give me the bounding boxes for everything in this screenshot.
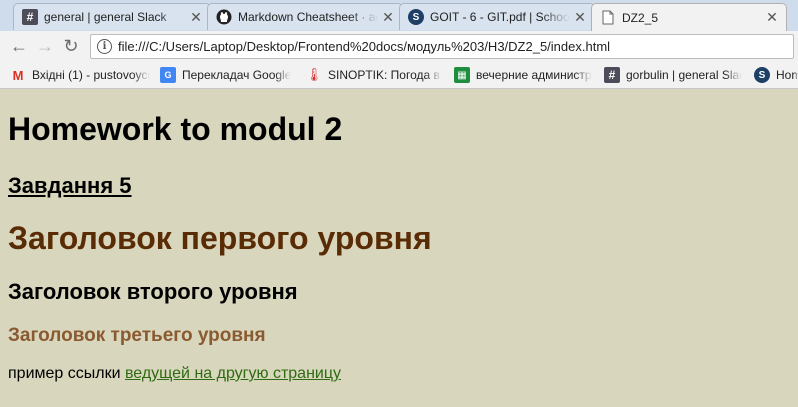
task-heading: Завдання 5 [8,173,132,198]
paragraph-text: пример ссылки [8,365,125,382]
translate-icon: G [160,67,176,83]
bookmark-evening-admins[interactable]: ▦ вечерние администраторы [454,66,592,84]
slack-icon: # [22,9,38,25]
tab-goit-git[interactable]: S GOIT - 6 - GIT.pdf | Schoology ✕ [399,3,595,30]
address-bar[interactable]: i file:///C:/Users/Laptop/Desktop/Fronte… [90,34,794,59]
url-text[interactable]: file:///C:/Users/Laptop/Desktop/Frontend… [118,39,610,54]
external-page-link[interactable]: ведущей на другую страницу [125,365,341,382]
thermometer-icon: 🌡 [306,67,323,82]
bookmark-label: вечерние администраторы [476,68,592,82]
tab-markdown-cheatsheet[interactable]: Markdown Cheatsheet · adam-p/markdown-he… [207,3,403,30]
bookmark-label: Home [776,68,798,82]
browser-toolbar: ← → ↻ i file:///C:/Users/Laptop/Desktop/… [0,31,798,62]
bookmark-label: gorbulin | general Slack [626,68,742,82]
close-icon[interactable]: ✕ [190,9,202,26]
schoology-icon: S [754,67,770,83]
bookmark-label: Вхідні (1) - pustovoycgi [32,68,150,82]
tab-slack-general[interactable]: # general | general Slack ✕ [13,3,211,30]
bookmark-home[interactable]: S Home [754,66,798,84]
bookmark-label: Перекладач Google [182,68,292,82]
page-content: Homework to modul 2 Завдання 5 Заголовок… [0,89,798,407]
gmail-icon: M [12,67,24,83]
tab-title: GOIT - 6 - GIT.pdf | Schoology [430,10,570,24]
github-icon [216,9,232,25]
schoology-icon: S [408,9,424,25]
slack-icon: # [604,67,620,83]
bookmark-gmail[interactable]: M Вхідні (1) - pustovoycgi [10,66,150,84]
sheets-icon: ▦ [454,67,470,83]
tab-dz2-5[interactable]: DZ2_5 ✕ [591,3,787,31]
bookmarks-bar: M Вхідні (1) - pustovoycgi G Перекладач … [0,62,798,89]
bookmark-label: SINOPTIK: Погода в Украине [328,68,442,82]
third-level-heading: Заголовок третьего уровня [8,325,266,346]
tab-title: general | general Slack [44,10,167,24]
tab-title: Markdown Cheatsheet · adam-p/markdown-he… [238,10,378,24]
reload-icon[interactable]: ↻ [58,36,84,57]
back-arrow-icon[interactable]: ← [6,36,32,57]
second-level-heading: Заголовок второго уровня [8,279,298,304]
close-icon[interactable]: ✕ [574,9,586,26]
document-icon [600,10,616,26]
tab-strip: # general | general Slack ✕ Markdown Che… [0,0,798,31]
info-icon[interactable]: i [97,39,112,54]
close-icon[interactable]: ✕ [382,9,394,26]
link-paragraph: пример ссылки ведущей на другую страницу [8,365,341,383]
tab-title: DZ2_5 [622,10,659,25]
page-title: Homework to modul 2 [8,111,343,147]
bookmark-sinoptik[interactable]: 🌡 SINOPTIK: Погода в Украине [306,66,442,84]
close-icon[interactable]: ✕ [766,9,778,26]
bookmark-google-translate[interactable]: G Перекладач Google [160,66,298,84]
first-level-heading: Заголовок первого уровня [8,220,432,256]
bookmark-gorbulin-slack[interactable]: # gorbulin | general Slack [604,66,742,84]
forward-arrow-icon[interactable]: → [32,36,58,57]
